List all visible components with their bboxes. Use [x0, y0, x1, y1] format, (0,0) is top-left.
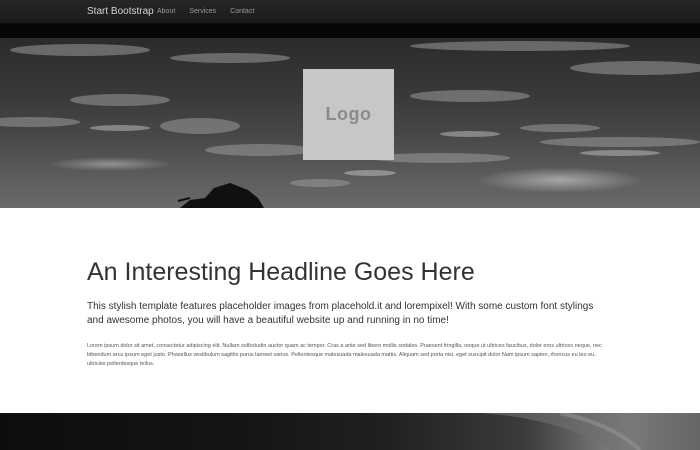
- main-content: An Interesting Headline Goes Here This s…: [87, 258, 612, 369]
- bottom-photo-image: [480, 413, 700, 450]
- brand-link[interactable]: Start Bootstrap: [87, 6, 154, 17]
- nav-link-about[interactable]: About: [157, 8, 175, 15]
- nav-link-services[interactable]: Services: [189, 8, 216, 15]
- logo-text: Logo: [325, 104, 372, 124]
- nav-links: About Services Contact: [157, 8, 254, 15]
- nav-link-contact[interactable]: Contact: [230, 8, 254, 15]
- logo-placeholder: Logo: [303, 69, 394, 160]
- page-headline: An Interesting Headline Goes Here: [87, 258, 475, 286]
- body-paragraph: Lorem ipsum dolor sit amet, consectetur …: [87, 343, 602, 367]
- bottom-image-section: [0, 413, 700, 450]
- hero-banner: Logo: [0, 38, 700, 208]
- navbar: Start Bootstrap About Services Contact: [0, 0, 700, 24]
- lead-paragraph: This stylish template features placehold…: [87, 301, 594, 326]
- navbar-shadow: [0, 24, 700, 38]
